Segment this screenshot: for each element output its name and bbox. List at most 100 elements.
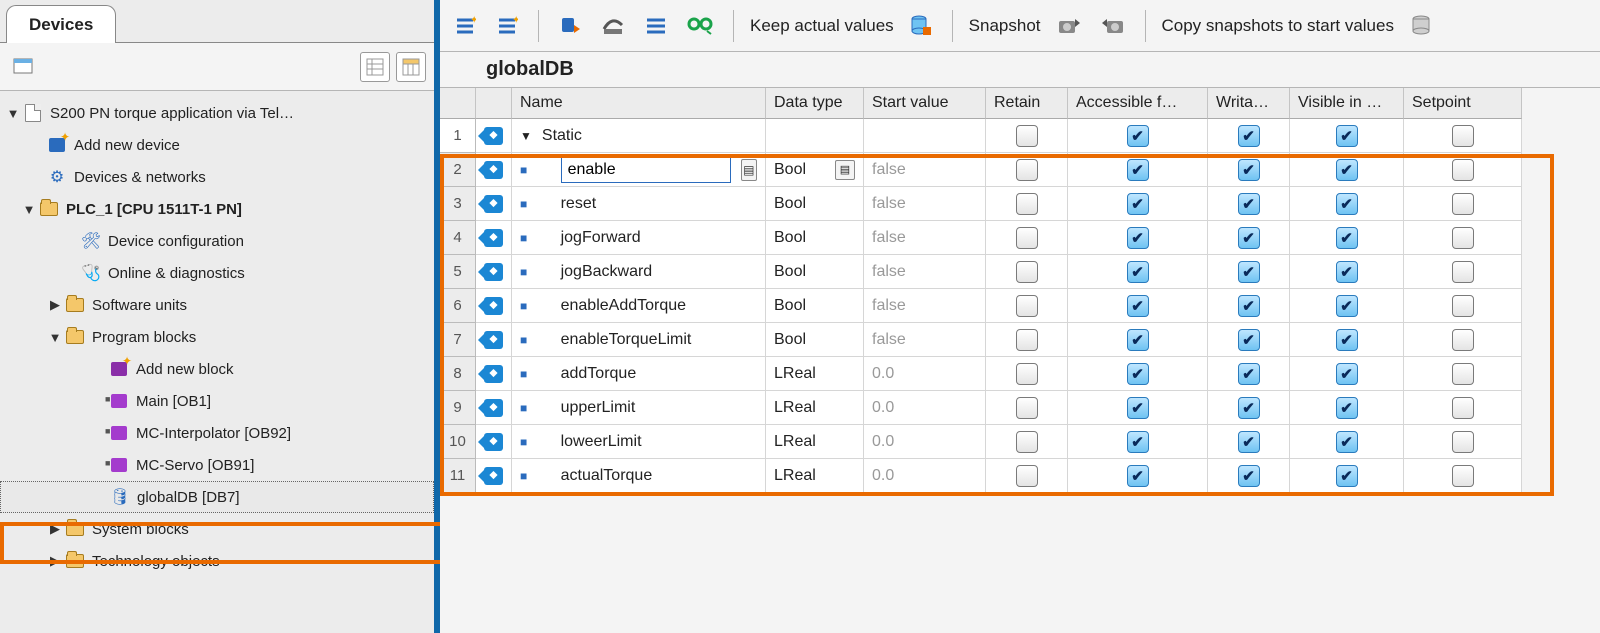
cell-retain[interactable] [986, 391, 1068, 425]
accessible-checkbox[interactable] [1127, 295, 1149, 317]
col-writable[interactable]: Writa… [1208, 88, 1290, 119]
toolbar-btn-db-copy[interactable] [1406, 11, 1436, 41]
setpoint-checkbox[interactable] [1452, 261, 1474, 283]
cell-name[interactable]: ■ addTorque [512, 357, 766, 391]
cell-accessible[interactable] [1068, 255, 1208, 289]
retain-checkbox[interactable] [1016, 159, 1038, 181]
cell-datatype[interactable]: LReal [766, 425, 864, 459]
grid-row[interactable]: 5⬥■ jogBackwardBoolfalse [440, 255, 1600, 289]
cell-writable[interactable] [1208, 323, 1290, 357]
cell-writable[interactable] [1208, 459, 1290, 493]
cell-name[interactable]: ■ actualTorque [512, 459, 766, 493]
grid-row[interactable]: 6⬥■ enableAddTorqueBoolfalse [440, 289, 1600, 323]
cell-accessible[interactable] [1068, 357, 1208, 391]
visible-checkbox[interactable] [1336, 159, 1358, 181]
tree-device-config[interactable]: 🛠 Device configuration [0, 225, 434, 257]
cell-datatype[interactable]: Bool [766, 187, 864, 221]
cell-startvalue[interactable]: false [864, 323, 986, 357]
accessible-checkbox[interactable] [1127, 465, 1149, 487]
cell-setpoint[interactable] [1404, 153, 1522, 187]
tree-technology-objects[interactable]: ▶ Technology objects [0, 545, 434, 577]
cell-retain[interactable] [986, 425, 1068, 459]
visible-checkbox[interactable] [1336, 261, 1358, 283]
retain-checkbox[interactable] [1016, 227, 1038, 249]
cell-name[interactable]: ■ jogForward [512, 221, 766, 255]
setpoint-checkbox[interactable] [1452, 431, 1474, 453]
cell-writable[interactable] [1208, 425, 1290, 459]
col-accessible[interactable]: Accessible f… [1068, 88, 1208, 119]
toolbar-icon-left[interactable] [8, 52, 38, 82]
cell-datatype[interactable]: Bool [766, 255, 864, 289]
cell-startvalue[interactable]: 0.0 [864, 459, 986, 493]
grid-row[interactable]: 9⬥■ upperLimitLReal0.0 [440, 391, 1600, 425]
setpoint-checkbox[interactable] [1452, 125, 1474, 147]
cell-name[interactable]: ■ loweerLimit [512, 425, 766, 459]
cell-startvalue[interactable]: false [864, 153, 986, 187]
accessible-checkbox[interactable] [1127, 261, 1149, 283]
cell-accessible[interactable] [1068, 323, 1208, 357]
setpoint-checkbox[interactable] [1452, 363, 1474, 385]
accessible-checkbox[interactable] [1127, 431, 1149, 453]
toolbar-btn-monitor[interactable] [683, 11, 717, 41]
tree-software-units[interactable]: ▶ Software units [0, 289, 434, 321]
visible-checkbox[interactable] [1336, 431, 1358, 453]
retain-checkbox[interactable] [1016, 397, 1038, 419]
cell-setpoint[interactable] [1404, 425, 1522, 459]
accessible-checkbox[interactable] [1127, 193, 1149, 215]
cell-retain[interactable] [986, 255, 1068, 289]
cell-retain[interactable] [986, 459, 1068, 493]
cell-setpoint[interactable] [1404, 255, 1522, 289]
cell-setpoint[interactable] [1404, 391, 1522, 425]
writable-checkbox[interactable] [1238, 261, 1260, 283]
name-picker-button[interactable]: ▤ [741, 159, 757, 181]
tree-add-device[interactable]: Add new device [0, 129, 434, 161]
cell-accessible[interactable] [1068, 289, 1208, 323]
retain-checkbox[interactable] [1016, 295, 1038, 317]
cell-visible[interactable] [1290, 255, 1404, 289]
writable-checkbox[interactable] [1238, 159, 1260, 181]
cell-name[interactable]: ■ enableTorqueLimit [512, 323, 766, 357]
cell-datatype[interactable]: Bool [766, 289, 864, 323]
cell-retain[interactable] [986, 323, 1068, 357]
cell-retain[interactable] [986, 357, 1068, 391]
cell-accessible[interactable] [1068, 153, 1208, 187]
toolbar-copy-snapshots[interactable]: Copy snapshots to start values [1162, 16, 1394, 36]
cell-startvalue[interactable]: false [864, 187, 986, 221]
accessible-checkbox[interactable] [1127, 329, 1149, 351]
cell-startvalue[interactable]: false [864, 221, 986, 255]
accessible-checkbox[interactable] [1127, 363, 1149, 385]
visible-checkbox[interactable] [1336, 465, 1358, 487]
col-setpoint[interactable]: Setpoint [1404, 88, 1522, 119]
toolbar-btn-load[interactable] [555, 11, 585, 41]
cell-name[interactable]: ■ jogBackward [512, 255, 766, 289]
tree-online-diag[interactable]: 🩺 Online & diagnostics [0, 257, 434, 289]
writable-checkbox[interactable] [1238, 193, 1260, 215]
cell-retain[interactable] [986, 187, 1068, 221]
cell-writable[interactable] [1208, 289, 1290, 323]
datatype-picker-button[interactable]: ▤ [835, 160, 855, 180]
cell-datatype[interactable]: LReal [766, 391, 864, 425]
retain-checkbox[interactable] [1016, 261, 1038, 283]
col-visible[interactable]: Visible in … [1290, 88, 1404, 119]
tree-devices-networks[interactable]: ⚙ Devices & networks [0, 161, 434, 193]
chevron-down-icon[interactable]: ▼ [520, 129, 532, 143]
cell-retain[interactable] [986, 153, 1068, 187]
view-list-icon[interactable] [360, 52, 390, 82]
cell-visible[interactable] [1290, 425, 1404, 459]
tab-devices[interactable]: Devices [6, 5, 116, 43]
visible-checkbox[interactable] [1336, 363, 1358, 385]
visible-checkbox[interactable] [1336, 329, 1358, 351]
cell-writable[interactable] [1208, 221, 1290, 255]
retain-checkbox[interactable] [1016, 125, 1038, 147]
setpoint-checkbox[interactable] [1452, 227, 1474, 249]
view-table-icon[interactable] [396, 52, 426, 82]
cell-startvalue[interactable]: false [864, 289, 986, 323]
writable-checkbox[interactable] [1238, 295, 1260, 317]
setpoint-checkbox[interactable] [1452, 295, 1474, 317]
retain-checkbox[interactable] [1016, 363, 1038, 385]
cell-writable[interactable] [1208, 357, 1290, 391]
accessible-checkbox[interactable] [1127, 159, 1149, 181]
tree-globaldb[interactable]: 🛢 globalDB [DB7] [0, 481, 434, 513]
cell-accessible[interactable] [1068, 221, 1208, 255]
visible-checkbox[interactable] [1336, 227, 1358, 249]
